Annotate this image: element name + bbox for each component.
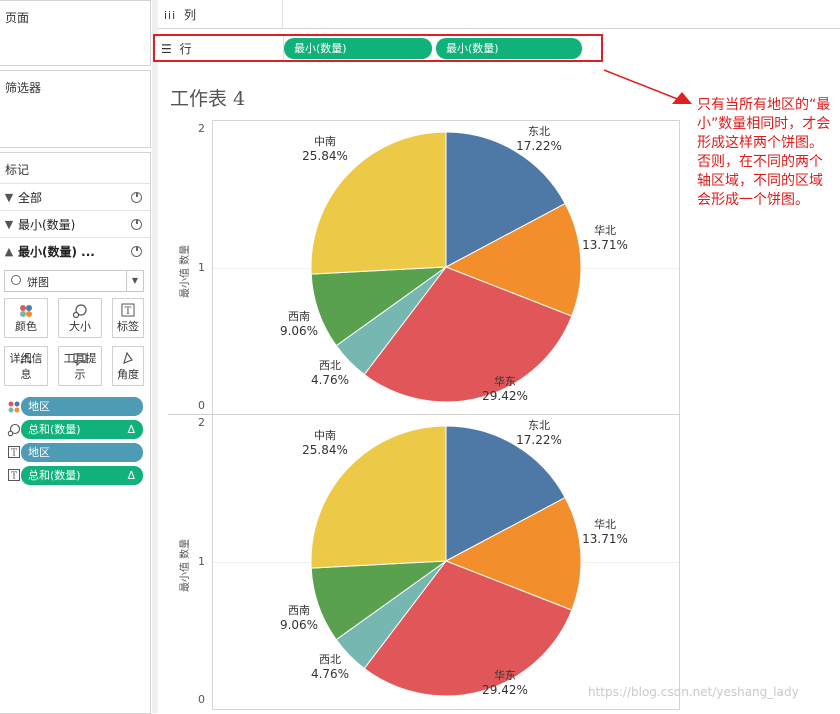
watermark: https://blog.csdn.net/yeshang_lady <box>588 685 799 699</box>
annotation-text: 只有当所有地区的“最小”数量相同时，才会形成这样两个饼图。否则，在不同的两个轴区… <box>697 97 831 208</box>
